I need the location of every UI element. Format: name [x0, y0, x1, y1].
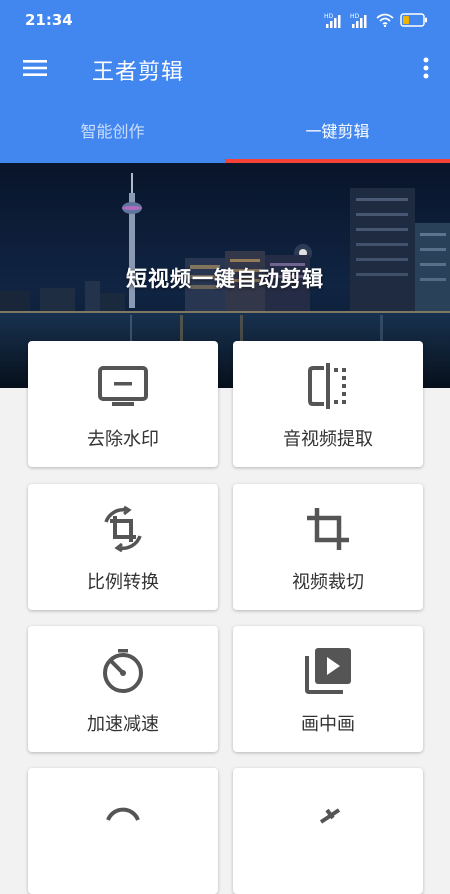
crop-rotate-icon — [104, 505, 142, 553]
tool-label: 音视频提取 — [283, 429, 373, 450]
tool-card-picture-in-picture[interactable]: 画中画 — [233, 626, 423, 752]
tool-card-partial[interactable] — [233, 768, 423, 894]
signal-icon: HD — [324, 13, 341, 28]
tool-card-video-crop[interactable]: 视频裁切 — [233, 484, 423, 610]
crop-icon — [307, 508, 349, 550]
speed-icon — [103, 649, 143, 693]
menu-button[interactable] — [18, 54, 52, 82]
tab-label: 一键剪辑 — [305, 121, 370, 141]
more-options-button[interactable] — [416, 54, 436, 82]
tool-label: 视频裁切 — [292, 572, 364, 593]
tool-card-partial[interactable] — [28, 768, 218, 894]
more-vert-icon — [423, 57, 429, 79]
scissors-icon — [319, 808, 341, 824]
tool-card-extract-audio-video[interactable]: 音视频提取 — [233, 341, 423, 467]
tv-icon — [98, 366, 148, 406]
tab-bar: 智能创作 一键剪辑 — [0, 96, 450, 163]
tool-card-aspect-ratio[interactable]: 比例转换 — [28, 484, 218, 610]
tool-label: 比例转换 — [87, 572, 159, 593]
app-title: 王者剪辑 — [92, 60, 185, 85]
tool-card-remove-watermark[interactable]: 去除水印 — [28, 341, 218, 467]
battery-icon — [400, 13, 427, 27]
signal-hd-label: HD — [350, 13, 360, 20]
wifi-icon — [376, 13, 394, 27]
video-library-icon — [305, 648, 351, 694]
tool-label: 去除水印 — [87, 429, 159, 450]
status-bar: 21:34 HD HD — [0, 0, 450, 40]
signal-icon: HD — [350, 13, 367, 28]
tab-smart-create[interactable]: 智能创作 — [0, 96, 225, 163]
split-icon — [308, 363, 346, 409]
banner-title: 短视频一键自动剪辑 — [126, 267, 324, 291]
tool-card-speed[interactable]: 加速减速 — [28, 626, 218, 752]
tab-one-click-edit[interactable]: 一键剪辑 — [225, 96, 450, 163]
tab-label: 智能创作 — [80, 121, 145, 141]
status-icons: HD HD — [324, 10, 428, 30]
hamburger-menu-icon — [23, 60, 47, 76]
app-bar: 王者剪辑 — [0, 40, 450, 96]
partial-icon — [106, 807, 140, 821]
status-time: 21:34 — [25, 11, 73, 29]
signal-hd-label: HD — [324, 13, 334, 20]
tool-label: 加速减速 — [87, 714, 159, 735]
tool-label: 画中画 — [301, 714, 355, 735]
